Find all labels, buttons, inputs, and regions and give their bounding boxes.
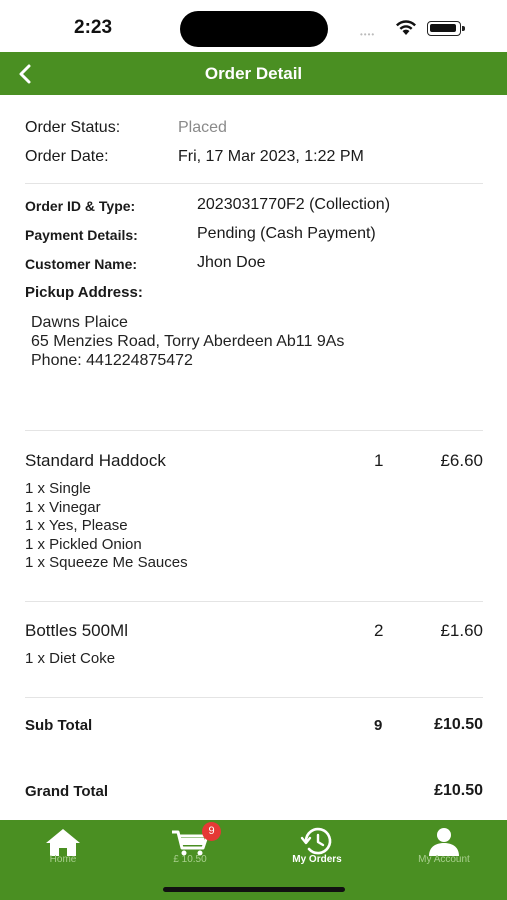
item-quantity: 2: [374, 621, 384, 640]
modifier-item: 1 x Single: [25, 480, 91, 497]
item-modifiers: 1 x Diet Coke: [25, 650, 115, 669]
item-quantity: 1: [374, 451, 384, 470]
cart-icon: [172, 830, 209, 856]
order-detail-content: Order Status: Placed Order Date: Fri, 17…: [0, 95, 507, 820]
divider: [25, 697, 483, 698]
item-name: Standard Haddock: [25, 451, 166, 470]
pickup-address-label: Pickup Address:: [25, 284, 143, 301]
subtotal-quantity: 9: [374, 717, 383, 734]
order-id-value: 2023031770F2 (Collection): [197, 196, 391, 213]
divider: [25, 601, 483, 602]
page-title: Order Detail: [204, 64, 303, 83]
pickup-shop-name: Dawns Plaice: [31, 314, 128, 331]
bottom-tab-bar: Home 9 £ 10.50 My Orders My Account: [0, 820, 507, 900]
modifier-item: 1 x Vinegar: [25, 498, 101, 516]
pickup-address: Dawns Plaice 65 Menzies Road, Torry Aber…: [31, 313, 344, 370]
account-icon: [429, 828, 459, 856]
order-date-value: Fri, 17 Mar 2023, 1:22 PM: [178, 148, 364, 165]
item-price: £6.60: [440, 451, 483, 470]
modifier-item: 1 x Pickled Onion: [25, 535, 142, 553]
modifier-item: 1 x Yes, Please: [25, 517, 128, 534]
tab-my-orders-label: My Orders: [292, 854, 342, 865]
modifier-item: 1 x Squeeze Me Sauces: [25, 554, 188, 571]
grand-total-label: Grand Total: [25, 783, 109, 800]
tab-my-account-label: My Account: [418, 854, 470, 865]
subtotal-value: £10.50: [434, 716, 483, 733]
customer-value: Jhon Doe: [197, 254, 266, 271]
cart-count-badge: 9: [202, 822, 221, 841]
payment-value: Pending (Cash Payment): [197, 225, 376, 242]
subtotal-label: Sub Total: [25, 717, 93, 734]
order-status-label: Order Status:: [25, 119, 121, 136]
order-date-label: Order Date:: [25, 148, 109, 165]
tab-home-label: Home: [49, 854, 77, 865]
home-icon: [46, 829, 80, 856]
tab-my-account[interactable]: My Account: [381, 820, 507, 884]
order-history-icon: [300, 827, 332, 855]
signal-icon: ••••: [360, 30, 376, 39]
wifi-icon: [396, 20, 416, 35]
dynamic-island: [180, 11, 328, 47]
app-header: Order Detail: [0, 52, 507, 95]
item-price: £1.60: [440, 621, 483, 640]
grand-total-value: £10.50: [434, 782, 483, 799]
item-modifiers: 1 x Single 1 x Vinegar 1 x Yes, Please 1…: [25, 480, 188, 573]
status-time: 2:23: [74, 17, 113, 38]
divider: [25, 430, 483, 431]
modifier-item: 1 x Diet Coke: [25, 650, 116, 667]
order-status-value: Placed: [178, 119, 227, 136]
customer-label: Customer Name:: [25, 256, 138, 272]
tab-home[interactable]: Home: [0, 820, 126, 884]
payment-label: Payment Details:: [25, 227, 138, 243]
tab-cart-label: £ 10.50: [173, 854, 207, 865]
home-indicator: [163, 887, 345, 892]
pickup-phone: Phone: 441224875472: [31, 352, 193, 369]
pickup-street: 65 Menzies Road, Torry Aberdeen Ab11 9As: [31, 333, 345, 350]
status-bar: 2:23 ••••: [0, 0, 507, 52]
divider: [25, 183, 483, 184]
battery-icon: [427, 21, 465, 36]
order-id-label: Order ID & Type:: [25, 198, 136, 214]
tab-my-orders[interactable]: My Orders: [254, 820, 380, 884]
item-name: Bottles 500Ml: [25, 621, 128, 640]
tab-cart[interactable]: 9 £ 10.50: [127, 820, 253, 884]
